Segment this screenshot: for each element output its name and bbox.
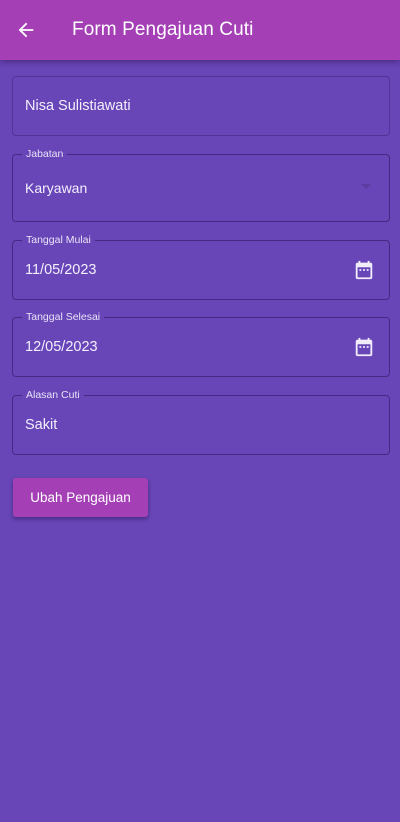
tanggal-mulai-field[interactable]: Tanggal Mulai 11/05/2023 xyxy=(12,234,390,300)
jabatan-label: Jabatan xyxy=(22,148,68,161)
alasan-cuti-label: Alasan Cuti xyxy=(22,389,84,402)
page-title: Form Pengajuan Cuti xyxy=(72,19,254,40)
tanggal-mulai-label: Tanggal Mulai xyxy=(22,234,95,247)
tanggal-mulai-value: 11/05/2023 xyxy=(25,262,97,278)
alasan-cuti-value: Sakit xyxy=(25,417,58,433)
app-bar: Form Pengajuan Cuti xyxy=(0,0,400,60)
back-button[interactable] xyxy=(2,6,50,54)
tanggal-selesai-value: 12/05/2023 xyxy=(25,339,98,355)
dropdown-arrow-icon[interactable] xyxy=(361,184,371,189)
jabatan-value: Karyawan xyxy=(25,180,88,196)
tanggal-selesai-field[interactable]: Tanggal Selesai 12/05/2023 xyxy=(12,311,390,377)
tanggal-selesai-label: Tanggal Selesai xyxy=(22,311,105,324)
name-value: Nisa Sulistiawati xyxy=(25,98,131,114)
jabatan-dropdown[interactable]: Jabatan Karyawan xyxy=(12,148,390,222)
name-field[interactable]: Nisa Sulistiawati xyxy=(12,76,390,136)
alasan-cuti-field[interactable]: Alasan Cuti Sakit xyxy=(12,389,390,455)
ubah-pengajuan-button[interactable]: Ubah Pengajuan xyxy=(13,478,148,517)
calendar-icon[interactable] xyxy=(353,259,375,281)
calendar-icon[interactable] xyxy=(353,336,375,358)
arrow-left-icon xyxy=(18,22,34,38)
